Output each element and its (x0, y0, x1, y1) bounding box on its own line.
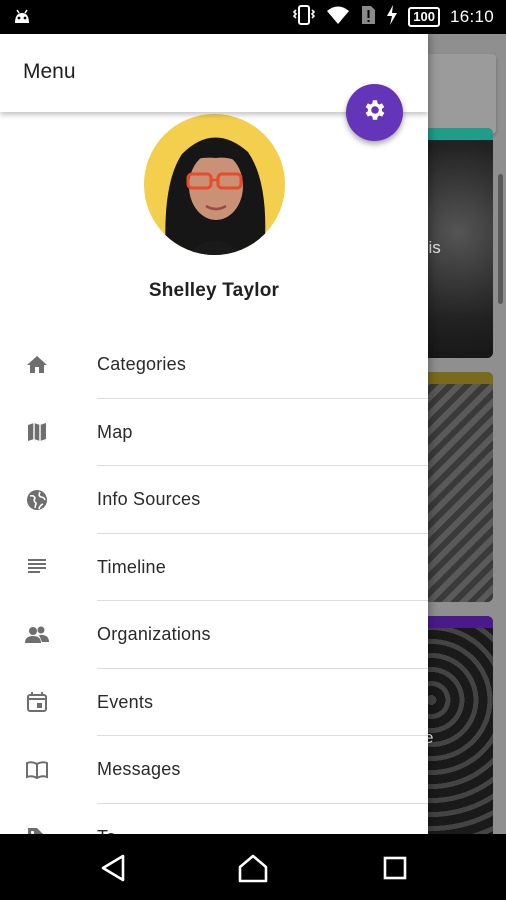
tag-icon (24, 824, 50, 834)
menu-item-label: Info Sources (97, 489, 201, 510)
status-bar: 100 16:10 (0, 0, 506, 34)
avatar[interactable] (144, 114, 285, 255)
menu-item-label: Timeline (97, 556, 166, 577)
navigation-bar (0, 834, 506, 900)
menu-item-messages[interactable]: Messages (0, 736, 428, 804)
menu-list: Categories Map Info Sources Timeline Org… (0, 331, 428, 834)
navigation-drawer: Menu Shelley Taylor Categories Map Info … (0, 34, 428, 834)
vibrate-icon (292, 4, 316, 30)
android-icon (12, 8, 32, 29)
menu-item-organizations[interactable]: Organizations (0, 601, 428, 669)
notes-icon (24, 554, 50, 580)
menu-item-info-sources[interactable]: Info Sources (0, 466, 428, 534)
drawer-title: Menu (23, 60, 76, 83)
calendar-icon (24, 689, 50, 715)
book-icon (24, 757, 50, 783)
menu-item-categories[interactable]: Categories (0, 331, 428, 399)
scrollbar[interactable] (498, 174, 503, 304)
wifi-icon (326, 5, 350, 30)
menu-item-label: Map (97, 421, 133, 442)
menu-item-partial[interactable]: Ta (0, 804, 428, 834)
people-icon (24, 622, 50, 648)
clock: 16:10 (449, 7, 494, 26)
menu-item-label: Ta (97, 827, 116, 834)
home-icon[interactable] (237, 852, 269, 884)
menu-item-label: Events (97, 691, 154, 712)
menu-item-timeline[interactable]: Timeline (0, 534, 428, 601)
recents-icon[interactable] (379, 852, 411, 884)
globe-icon (24, 487, 50, 513)
home-icon (24, 352, 50, 378)
menu-item-label: Categories (97, 354, 187, 375)
menu-item-map[interactable]: Map (0, 399, 428, 466)
menu-item-label: Messages (97, 759, 181, 780)
back-icon[interactable] (97, 852, 129, 884)
settings-button[interactable] (346, 84, 403, 141)
charging-icon (386, 4, 398, 30)
menu-item-events[interactable]: Events (0, 669, 428, 736)
no-sim-icon (360, 5, 376, 30)
battery-level: 100 (408, 7, 440, 27)
map-icon (24, 419, 50, 445)
gear-icon (362, 97, 388, 128)
menu-item-label: Organizations (97, 624, 211, 645)
user-name: Shelley Taylor (148, 280, 280, 301)
